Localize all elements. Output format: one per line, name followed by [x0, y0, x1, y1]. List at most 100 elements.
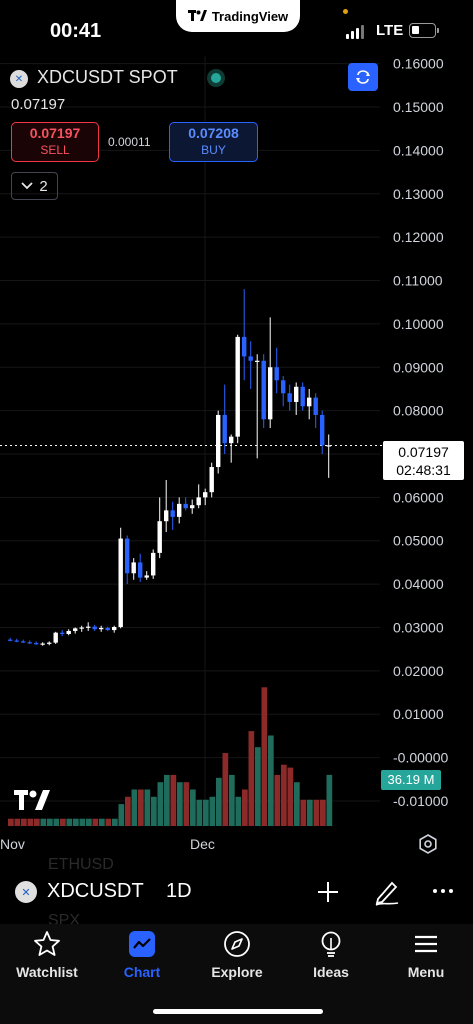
- volume-bar: [79, 818, 86, 826]
- symbol-selector[interactable]: XDCUSDT: [47, 880, 144, 903]
- last-price: 0.07197: [11, 96, 66, 113]
- candle-body: [307, 397, 312, 407]
- candle-body: [157, 521, 162, 553]
- star-icon: [34, 931, 60, 956]
- candle-body: [255, 360, 260, 362]
- symbol-logo-icon: ✕: [15, 881, 37, 903]
- volume-bar: [183, 782, 190, 826]
- volume-bar: [34, 818, 40, 826]
- price-axis-label: 0.01000: [393, 706, 444, 722]
- volume-bar: [307, 799, 313, 826]
- candle-body: [170, 510, 175, 517]
- nav-menu-label: Menu: [407, 964, 445, 980]
- signal-icon: [346, 25, 364, 39]
- volume-bar: [66, 818, 73, 826]
- candle-body: [8, 639, 13, 641]
- price-axis-label: 0.04000: [393, 576, 444, 592]
- chevron-down-icon: [21, 182, 33, 190]
- home-indicator: [153, 1009, 323, 1014]
- candle-body: [86, 626, 91, 628]
- candle-body: [47, 642, 52, 644]
- candle-body: [320, 414, 325, 446]
- volume-bar: [274, 774, 281, 826]
- volume-bar: [60, 818, 66, 826]
- candle-body: [131, 562, 136, 574]
- volume-tag: 36.19 M: [381, 770, 441, 790]
- volume-bar: [190, 789, 196, 826]
- volume-bar: [261, 687, 268, 826]
- volume-bar: [294, 782, 300, 826]
- nav-chart[interactable]: Chart: [95, 930, 189, 980]
- nav-explore[interactable]: Explore: [190, 930, 284, 980]
- volume-bar: [320, 799, 326, 826]
- volume-bar: [196, 799, 203, 826]
- volume-bar: [157, 782, 164, 826]
- volume-bar: [27, 818, 34, 826]
- more-options-icon[interactable]: [433, 889, 453, 893]
- candle-body: [125, 538, 130, 574]
- candle-body: [294, 386, 299, 402]
- candle-body: [164, 510, 169, 522]
- drawing-tools-icon[interactable]: [374, 878, 400, 906]
- candle-body: [287, 393, 292, 402]
- volume-bar: [105, 818, 112, 826]
- time-label-dec: Dec: [190, 836, 215, 852]
- recent-symbol-ethusd[interactable]: ETHUSD: [48, 856, 114, 874]
- volume-bar: [203, 799, 209, 826]
- candle-body: [209, 467, 214, 493]
- current-price-tag: 0.07197 02:48:31: [383, 441, 464, 480]
- volume-bar: [47, 818, 53, 826]
- volume-bar: [131, 789, 138, 826]
- candle-body: [118, 538, 123, 628]
- candle-body: [281, 380, 286, 394]
- xdc-logo-icon: ✕: [10, 70, 28, 88]
- volume-bar: [300, 799, 307, 826]
- candle-body: [229, 436, 234, 444]
- sell-button[interactable]: 0.07197 SELL: [11, 122, 99, 162]
- volume-bar: [287, 767, 294, 826]
- volume-bar: [112, 818, 118, 826]
- nav-chart-label: Chart: [123, 964, 161, 980]
- volume-bar: [73, 818, 79, 826]
- indicators-toggle[interactable]: 2: [11, 172, 58, 200]
- price-axis-label: 0.02000: [393, 663, 444, 679]
- privacy-dot: [343, 9, 348, 14]
- app-pill[interactable]: TradingView: [176, 0, 300, 32]
- candle-body: [151, 552, 156, 576]
- compass-icon: [224, 931, 250, 957]
- price-axis-label: 0.09000: [393, 359, 444, 375]
- interval-selector[interactable]: 1D: [166, 880, 192, 903]
- candle-body: [248, 356, 253, 361]
- price-axis-label: 0.06000: [393, 489, 444, 505]
- price-axis-label: 0.14000: [393, 142, 444, 158]
- buy-button[interactable]: 0.07208 BUY: [169, 122, 258, 162]
- nav-ideas[interactable]: Ideas: [284, 930, 378, 980]
- volume-bar: [268, 735, 274, 826]
- volume-bar: [8, 818, 14, 826]
- candle-body: [203, 492, 208, 498]
- volume-bar: [40, 818, 47, 826]
- sell-price: 0.07197: [29, 125, 81, 141]
- price-axis-label: 0.05000: [393, 533, 444, 549]
- symbol-title[interactable]: XDCUSDT SPOT: [37, 67, 178, 88]
- buy-label: BUY: [201, 143, 226, 157]
- network-label: LTE: [376, 22, 404, 39]
- volume-bar: [177, 782, 183, 826]
- plus-icon[interactable]: [316, 880, 340, 904]
- volume-bar: [281, 764, 287, 826]
- nav-menu[interactable]: Menu: [379, 930, 473, 980]
- hamburger-icon: [415, 935, 437, 953]
- volume-bar: [86, 818, 92, 826]
- tradingview-watermark-icon[interactable]: [14, 790, 52, 812]
- nav-watchlist[interactable]: Watchlist: [0, 930, 94, 980]
- volume-bar: [118, 804, 125, 826]
- candle-body: [53, 632, 58, 643]
- volume-bar: [151, 796, 157, 826]
- candle-body: [216, 414, 221, 468]
- chart-settings-icon[interactable]: [418, 834, 438, 854]
- candles: [8, 289, 331, 646]
- price-axis-label: -0.00000: [393, 750, 448, 766]
- candle-body: [73, 628, 78, 631]
- volume-bar: [242, 789, 248, 826]
- replay-button[interactable]: [348, 63, 378, 91]
